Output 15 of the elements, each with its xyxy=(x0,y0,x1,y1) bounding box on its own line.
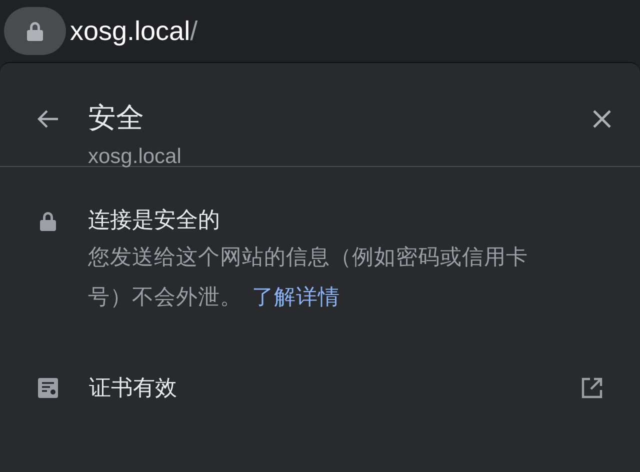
panel-title: 安全 xyxy=(88,101,145,135)
site-info-button[interactable] xyxy=(4,7,66,55)
external-link-icon xyxy=(581,377,603,399)
certificate-icon xyxy=(37,377,59,399)
learn-more-link[interactable]: 了解详情 xyxy=(252,285,340,309)
connection-title: 连接是安全的 xyxy=(88,206,221,234)
lock-icon xyxy=(26,21,44,41)
close-icon xyxy=(593,110,611,128)
url-text[interactable]: xosg.local/ xyxy=(70,16,198,46)
back-arrow-icon xyxy=(37,109,59,129)
site-name: xosg.local xyxy=(88,145,182,169)
connection-description: 您发送给这个网站的信息（例如密码或信用卡号）不会外泄。 了解详情 xyxy=(88,244,529,311)
lock-icon xyxy=(38,211,58,231)
certificate-label[interactable]: 证书有效 xyxy=(89,373,580,403)
open-external-button[interactable] xyxy=(580,376,604,400)
